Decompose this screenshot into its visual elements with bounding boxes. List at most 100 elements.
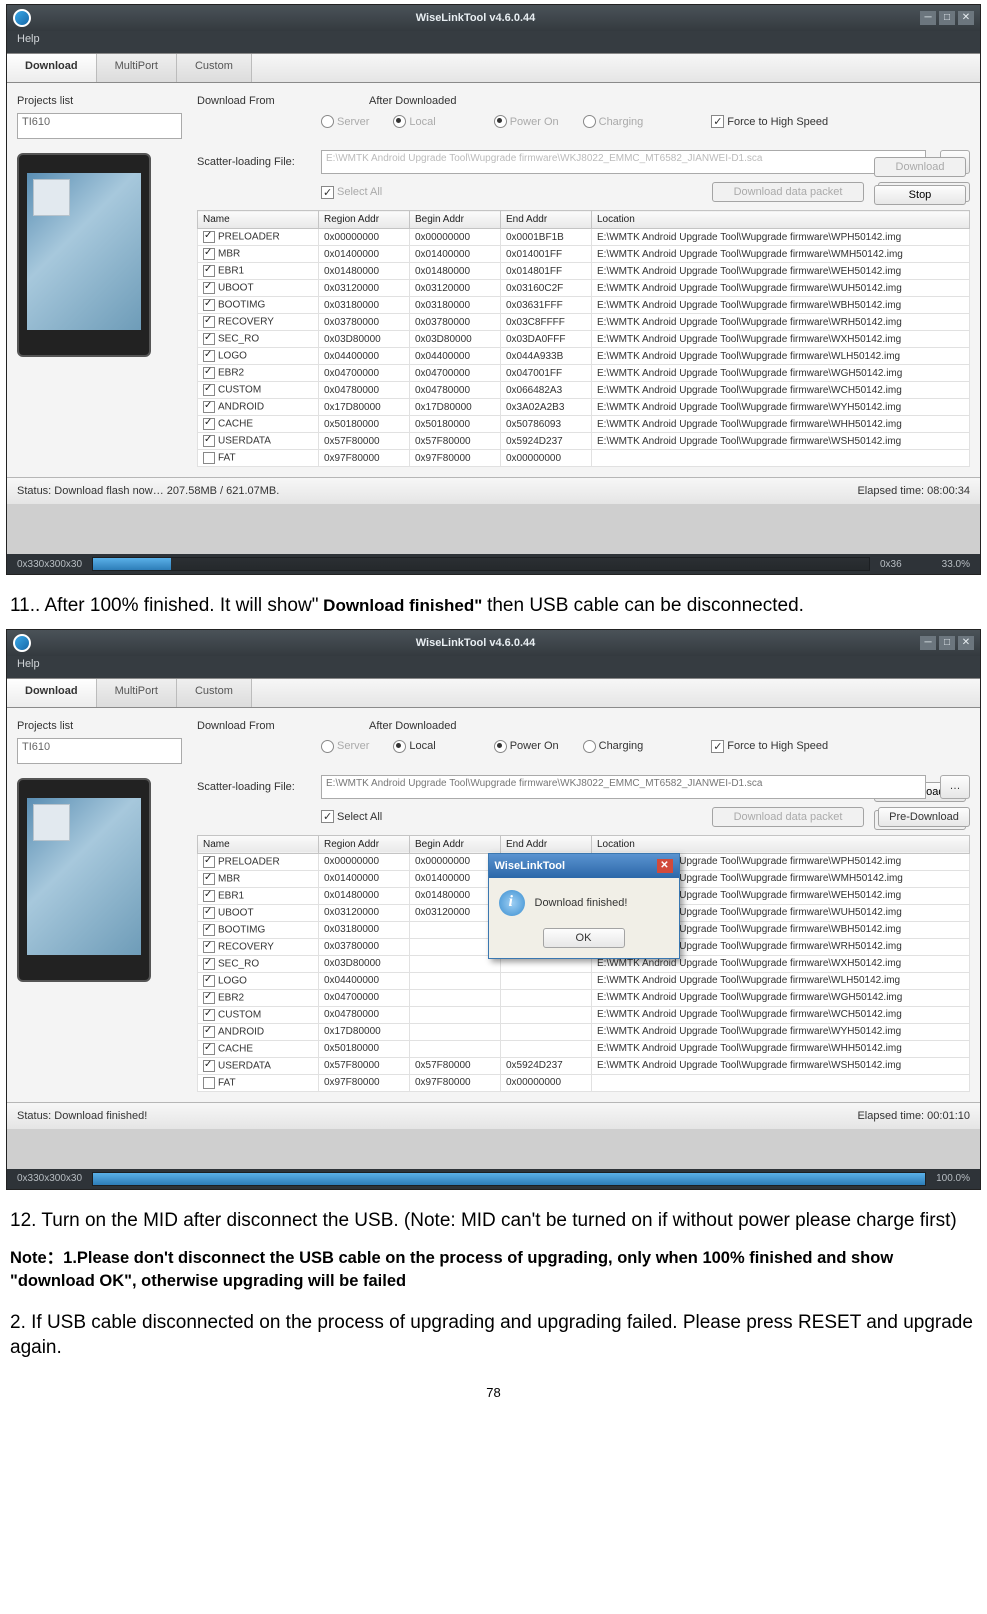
row-checkbox[interactable] [203, 299, 215, 311]
row-checkbox[interactable] [203, 1043, 215, 1055]
table-row[interactable]: SEC_RO0x03D800000x03D800000x03DA0FFFE:\W… [198, 331, 970, 348]
row-checkbox[interactable] [203, 401, 215, 413]
col-end[interactable]: End Addr [501, 835, 592, 853]
tab-custom[interactable]: Custom [177, 54, 252, 82]
download-button[interactable]: Download [874, 157, 966, 177]
col-begin[interactable]: Begin Addr [410, 211, 501, 229]
dialog-ok-button[interactable]: OK [543, 928, 625, 948]
radio-server[interactable]: Server [321, 115, 369, 128]
tab-multiport[interactable]: MultiPort [97, 54, 177, 82]
table-row[interactable]: CACHE0x50180000E:\WMTK Android Upgrade T… [198, 1040, 970, 1057]
radio-charging[interactable]: Charging [583, 740, 644, 753]
maximize-icon[interactable]: □ [939, 11, 955, 25]
titlebar[interactable]: WiseLinkTool v4.6.0.44 ─ □ ✕ [7, 5, 980, 31]
row-checkbox[interactable] [203, 384, 215, 396]
progress-strip: 0x330x300x30 0x36 33.0% [7, 554, 980, 574]
col-name[interactable]: Name [198, 211, 319, 229]
row-checkbox[interactable] [203, 350, 215, 362]
row-checkbox[interactable] [203, 856, 215, 868]
row-checkbox[interactable] [203, 367, 215, 379]
table-row[interactable]: PRELOADER0x000000000x000000000x0001BF1BE… [198, 229, 970, 246]
scatter-file-path[interactable]: E:\WMTK Android Upgrade Tool\Wupgrade fi… [321, 150, 926, 174]
table-row[interactable]: MBR0x014000000x014000000x014001FFE:\WMTK… [198, 246, 970, 263]
row-checkbox[interactable] [203, 890, 215, 902]
browse-button[interactable]: … [940, 775, 970, 799]
col-end[interactable]: End Addr [501, 211, 592, 229]
col-region[interactable]: Region Addr [319, 211, 410, 229]
row-checkbox[interactable] [203, 1026, 215, 1038]
help-menu[interactable]: Help [17, 33, 40, 45]
pre-download-button[interactable]: Pre-Download [878, 807, 970, 827]
radio-local[interactable]: Local [393, 115, 435, 128]
row-checkbox[interactable] [203, 873, 215, 885]
table-row[interactable]: EBR20x047000000x047000000x047001FFE:\WMT… [198, 365, 970, 382]
table-row[interactable]: USERDATA0x57F800000x57F800000x5924D237E:… [198, 433, 970, 450]
row-checkbox[interactable] [203, 1060, 215, 1072]
col-begin[interactable]: Begin Addr [410, 835, 501, 853]
table-row[interactable]: RECOVERY0x037800000x037800000x03C8FFFFE:… [198, 314, 970, 331]
col-region[interactable]: Region Addr [319, 835, 410, 853]
row-checkbox[interactable] [203, 1009, 215, 1021]
table-row[interactable]: CUSTOM0x04780000E:\WMTK Android Upgrade … [198, 1006, 970, 1023]
col-location[interactable]: Location [592, 835, 970, 853]
radio-poweron[interactable]: Power On [494, 115, 559, 128]
table-row[interactable]: BOOTIMG0x031800000x031800000x03631FFFE:\… [198, 297, 970, 314]
radio-poweron[interactable]: Power On [494, 740, 559, 753]
tab-download[interactable]: Download [7, 54, 97, 82]
dialog-close-icon[interactable]: ✕ [657, 859, 673, 873]
table-row[interactable]: USERDATA0x57F800000x57F800000x5924D237E:… [198, 1057, 970, 1074]
table-row[interactable]: LOGO0x044000000x044000000x044A933BE:\WMT… [198, 348, 970, 365]
table-row[interactable]: ANDROID0x17D800000x17D800000x3A02A2B3E:\… [198, 399, 970, 416]
minimize-icon[interactable]: ─ [920, 636, 936, 650]
row-checkbox[interactable] [203, 248, 215, 260]
table-row[interactable]: ANDROID0x17D80000E:\WMTK Android Upgrade… [198, 1023, 970, 1040]
project-combo[interactable]: TI610 [17, 738, 182, 764]
close-icon[interactable]: ✕ [958, 636, 974, 650]
table-row[interactable]: UBOOT0x031200000x031200000x03160C2FE:\WM… [198, 280, 970, 297]
row-checkbox[interactable] [203, 333, 215, 345]
download-data-packet-button[interactable]: Download data packet [712, 182, 864, 202]
download-data-packet-button[interactable]: Download data packet [712, 807, 864, 827]
radio-local[interactable]: Local [393, 740, 435, 753]
row-checkbox[interactable] [203, 452, 215, 464]
stop-button[interactable]: Stop [874, 185, 966, 205]
titlebar[interactable]: WiseLinkTool v4.6.0.44 ─ □ ✕ [7, 630, 980, 656]
table-row[interactable]: FAT0x97F800000x97F800000x00000000 [198, 450, 970, 467]
col-name[interactable]: Name [198, 835, 319, 853]
row-checkbox[interactable] [203, 1077, 215, 1089]
table-row[interactable]: CACHE0x501800000x501800000x50786093E:\WM… [198, 416, 970, 433]
scatter-file-path[interactable]: E:\WMTK Android Upgrade Tool\Wupgrade fi… [321, 775, 926, 799]
project-combo[interactable]: TI610 [17, 113, 182, 139]
maximize-icon[interactable]: □ [939, 636, 955, 650]
row-checkbox[interactable] [203, 418, 215, 430]
row-checkbox[interactable] [203, 924, 215, 936]
select-all-checkbox[interactable]: Select All [321, 810, 382, 823]
row-checkbox[interactable] [203, 992, 215, 1004]
force-speed-checkbox[interactable]: Force to High Speed [711, 740, 828, 753]
row-checkbox[interactable] [203, 907, 215, 919]
table-row[interactable]: EBR10x014800000x014800000x014801FFE:\WMT… [198, 263, 970, 280]
row-checkbox[interactable] [203, 265, 215, 277]
col-location[interactable]: Location [592, 211, 970, 229]
row-checkbox[interactable] [203, 231, 215, 243]
select-all-checkbox[interactable]: Select All [321, 186, 382, 199]
row-checkbox[interactable] [203, 975, 215, 987]
row-checkbox[interactable] [203, 941, 215, 953]
row-checkbox[interactable] [203, 958, 215, 970]
table-row[interactable]: LOGO0x04400000E:\WMTK Android Upgrade To… [198, 972, 970, 989]
help-menu[interactable]: Help [17, 658, 40, 670]
row-checkbox[interactable] [203, 282, 215, 294]
tab-multiport[interactable]: MultiPort [97, 679, 177, 707]
radio-charging[interactable]: Charging [583, 115, 644, 128]
force-speed-checkbox[interactable]: Force to High Speed [711, 115, 828, 128]
table-row[interactable]: EBR20x04700000E:\WMTK Android Upgrade To… [198, 989, 970, 1006]
table-row[interactable]: CUSTOM0x047800000x047800000x066482A3E:\W… [198, 382, 970, 399]
minimize-icon[interactable]: ─ [920, 11, 936, 25]
row-checkbox[interactable] [203, 316, 215, 328]
table-row[interactable]: FAT0x97F800000x97F800000x00000000 [198, 1074, 970, 1091]
tab-download[interactable]: Download [7, 679, 97, 707]
tab-custom[interactable]: Custom [177, 679, 252, 707]
row-checkbox[interactable] [203, 435, 215, 447]
radio-server[interactable]: Server [321, 740, 369, 753]
close-icon[interactable]: ✕ [958, 11, 974, 25]
